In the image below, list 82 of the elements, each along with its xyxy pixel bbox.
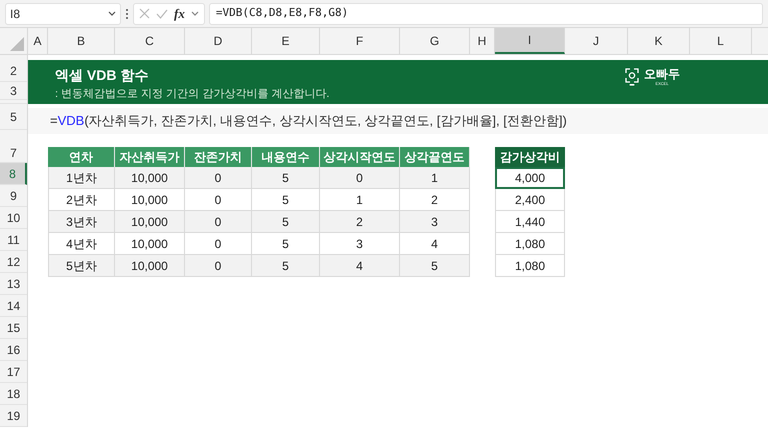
row-header[interactable]: 17 bbox=[0, 361, 27, 383]
table-cell[interactable]: 4,000 bbox=[495, 167, 565, 189]
table-cell: 2년차 bbox=[48, 189, 115, 211]
syntax-text: =VDB(자산취득가, 잔존가치, 내용연수, 상각시작연도, 상각끝연도, [감가배율], [전환안함]) bbox=[50, 112, 567, 130]
row-header[interactable]: 10 bbox=[0, 207, 27, 229]
table-cell: 4 bbox=[400, 233, 470, 255]
formula-input[interactable]: =VDB(C8,D8,E8,F8,G8) bbox=[208, 2, 763, 24]
table-cell: 3 bbox=[400, 211, 470, 233]
table-cell: 2 bbox=[320, 211, 400, 233]
row-header[interactable]: 12 bbox=[0, 251, 27, 273]
column-header[interactable]: B bbox=[48, 28, 115, 54]
sheet-title: 엑셀 VDB 함수 bbox=[55, 66, 150, 85]
table-cell: 1 bbox=[400, 167, 470, 189]
column-header[interactable]: G bbox=[400, 28, 470, 54]
table-cell: 10,000 bbox=[115, 255, 185, 277]
table-cell: 5 bbox=[252, 167, 320, 189]
table-cell: 10,000 bbox=[115, 211, 185, 233]
table-cell: 10,000 bbox=[115, 233, 185, 255]
row-header[interactable]: 19 bbox=[0, 405, 27, 427]
column-header[interactable]: J bbox=[565, 28, 628, 54]
table-cell[interactable]: 1,440 bbox=[495, 211, 565, 233]
chevron-down-icon bbox=[190, 10, 199, 16]
table-cell: 0 bbox=[320, 167, 400, 189]
table-cell: 0 bbox=[185, 255, 252, 277]
row-header[interactable]: 9 bbox=[0, 185, 27, 207]
column-heading: 상각시작연도 bbox=[320, 147, 400, 167]
table-cell: 2 bbox=[400, 189, 470, 211]
name-box[interactable]: I8 bbox=[5, 2, 121, 24]
table-cell: 4 bbox=[320, 255, 400, 277]
table-cell: 5년차 bbox=[48, 255, 115, 277]
logo-icon bbox=[625, 68, 639, 86]
column-header[interactable]: F bbox=[320, 28, 400, 54]
column-header[interactable]: E bbox=[252, 28, 320, 54]
column-header[interactable]: D bbox=[185, 28, 252, 54]
table-cell: 1년차 bbox=[48, 167, 115, 189]
logo-text: 오빠두 bbox=[644, 67, 680, 81]
column-header[interactable]: C bbox=[115, 28, 185, 54]
table-cell[interactable]: 2,400 bbox=[495, 189, 565, 211]
table-cell[interactable]: 1,080 bbox=[495, 255, 565, 277]
row-header[interactable]: 11 bbox=[0, 229, 27, 251]
row-header[interactable]: 16 bbox=[0, 339, 27, 361]
row-header[interactable]: 8 bbox=[0, 163, 27, 185]
column-header[interactable]: K bbox=[628, 28, 690, 54]
insert-function-button[interactable]: fx bbox=[174, 4, 185, 24]
table-cell: 5 bbox=[252, 233, 320, 255]
cancel-icon[interactable] bbox=[139, 8, 150, 19]
table-cell: 5 bbox=[252, 255, 320, 277]
row-header[interactable]: 2 bbox=[0, 60, 27, 82]
chevron-down-icon bbox=[108, 10, 116, 16]
table-cell[interactable]: 1,080 bbox=[495, 233, 565, 255]
check-icon[interactable] bbox=[156, 8, 168, 18]
table-cell: 10,000 bbox=[115, 167, 185, 189]
row-header[interactable]: 5 bbox=[0, 104, 27, 130]
table-cell: 0 bbox=[185, 211, 252, 233]
table-cell: 3 bbox=[320, 233, 400, 255]
table-cell: 0 bbox=[185, 167, 252, 189]
table-cell: 5 bbox=[400, 255, 470, 277]
row-header[interactable]: 3 bbox=[0, 82, 27, 100]
column-header[interactable]: I bbox=[495, 28, 565, 54]
table-cell: 0 bbox=[185, 233, 252, 255]
row-header[interactable]: 14 bbox=[0, 295, 27, 317]
table-cell: 10,000 bbox=[115, 189, 185, 211]
column-heading: 자산취득가 bbox=[115, 147, 185, 167]
column-header[interactable]: L bbox=[690, 28, 752, 54]
table-cell: 0 bbox=[185, 189, 252, 211]
triangle-icon bbox=[10, 37, 24, 51]
sheet-subtitle: : 변동체감법으로 지정 기간의 감가상각비를 계산합니다. bbox=[55, 87, 330, 102]
column-heading: 감가상각비 bbox=[495, 147, 565, 167]
column-heading: 상각끝연도 bbox=[400, 147, 470, 167]
table-cell: 3년차 bbox=[48, 211, 115, 233]
column-heading: 연차 bbox=[48, 147, 115, 167]
table-cell: 4년차 bbox=[48, 233, 115, 255]
column-header[interactable]: A bbox=[28, 28, 48, 54]
row-header[interactable]: 15 bbox=[0, 317, 27, 339]
column-heading: 내용연수 bbox=[252, 147, 320, 167]
table-cell: 5 bbox=[252, 189, 320, 211]
row-header[interactable]: 18 bbox=[0, 383, 27, 405]
row-header[interactable]: 13 bbox=[0, 273, 27, 295]
column-heading: 잔존가치 bbox=[185, 147, 252, 167]
more-options-icon[interactable] bbox=[125, 8, 129, 20]
table-cell: 1 bbox=[320, 189, 400, 211]
table-cell: 5 bbox=[252, 211, 320, 233]
